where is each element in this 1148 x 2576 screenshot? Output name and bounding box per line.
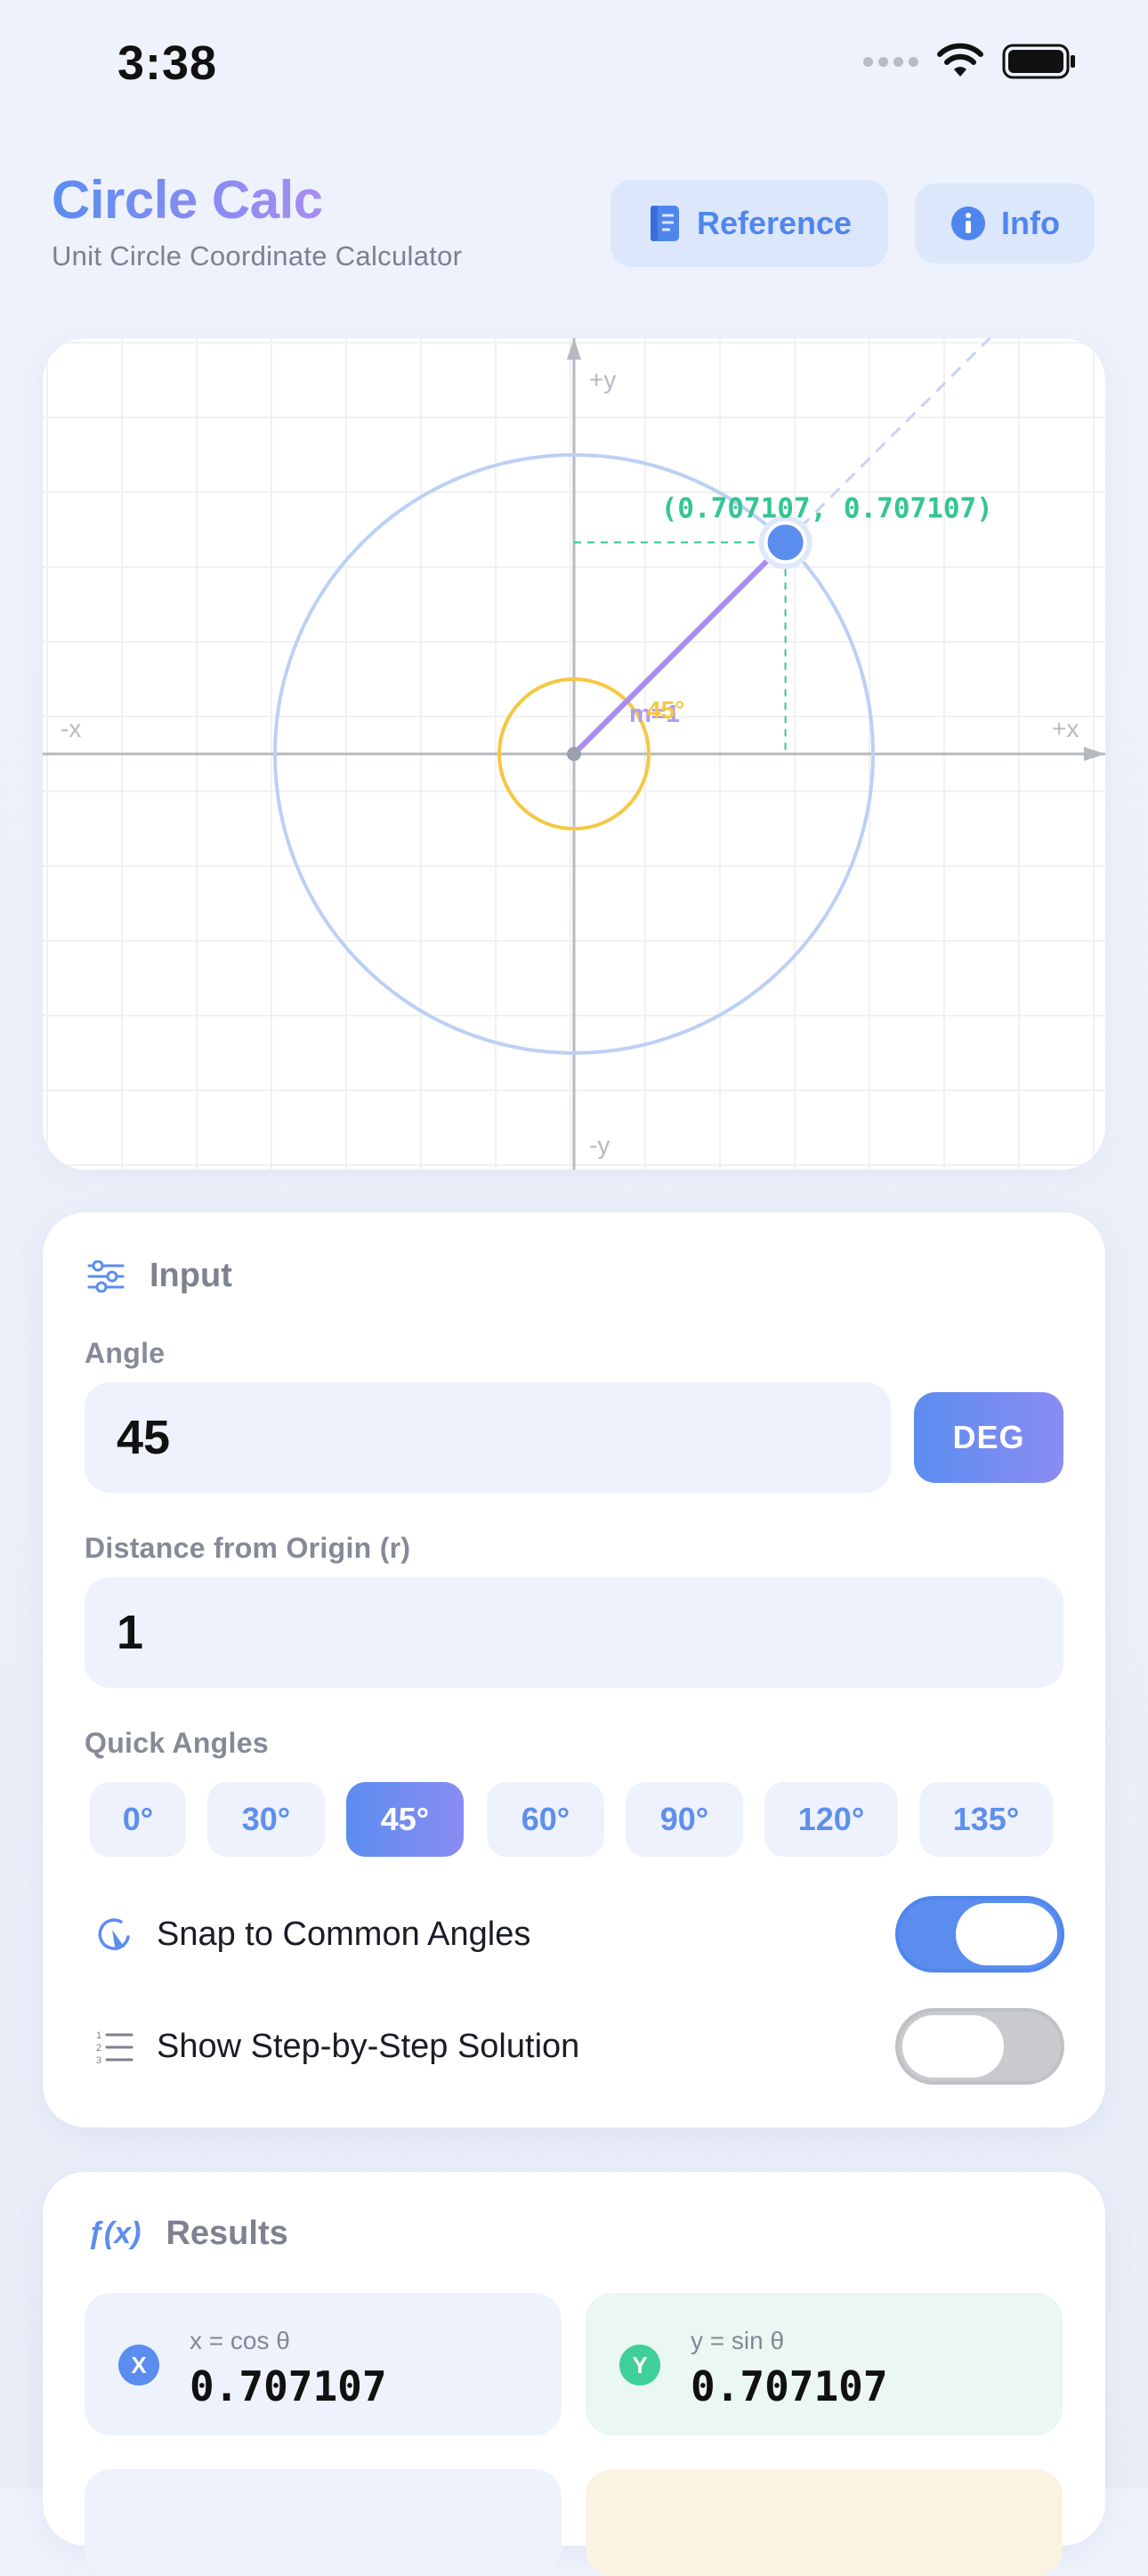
x-result-value: 0.707107 bbox=[190, 2362, 387, 2410]
status-bar: 3:38 bbox=[0, 0, 1148, 134]
quick-angle-chip[interactable]: 135° bbox=[919, 1782, 1053, 1857]
steps-toggle[interactable] bbox=[895, 2008, 1064, 2085]
toggle-knob bbox=[956, 1903, 1057, 1965]
quick-angle-chip[interactable]: 30° bbox=[207, 1782, 325, 1857]
unit-circle-graph[interactable]: +y -y -x +x m=1 45° (0.707107, 0.707107) bbox=[43, 338, 1105, 1170]
app-subtitle: Unit Circle Coordinate Calculator bbox=[52, 240, 463, 271]
quick-angle-chip[interactable]: 0° bbox=[90, 1782, 186, 1857]
svg-text:2: 2 bbox=[96, 2043, 101, 2054]
results-card: ƒ(x) Results X x = cos θ 0.707107 Y y = … bbox=[43, 2172, 1105, 2576]
origin-dot bbox=[567, 747, 581, 761]
snap-cursor-icon bbox=[98, 1918, 130, 1951]
snap-label: Snap to Common Angles bbox=[157, 1915, 531, 1953]
angle-label: Angle bbox=[85, 1337, 166, 1369]
quick-angle-chip[interactable]: 120° bbox=[764, 1782, 898, 1857]
x-badge: X bbox=[118, 2345, 159, 2386]
info-label: Info bbox=[1001, 205, 1060, 241]
axis-label-neg-x: -x bbox=[61, 715, 81, 742]
app-header: Circle Calc Unit Circle Coordinate Calcu… bbox=[52, 169, 1096, 285]
quick-angle-chip[interactable]: 90° bbox=[626, 1782, 743, 1857]
book-icon bbox=[650, 206, 679, 241]
sliders-icon bbox=[87, 1260, 125, 1292]
axis-label-neg-y: -y bbox=[589, 1131, 610, 1159]
snap-toggle[interactable] bbox=[895, 1896, 1064, 1973]
app-title: Circle Calc bbox=[52, 170, 323, 230]
distance-label: Distance from Origin (r) bbox=[85, 1532, 411, 1564]
y-result-tile[interactable]: Y y = sin θ 0.707107 bbox=[586, 2293, 1063, 2435]
point-handle[interactable] bbox=[764, 521, 807, 564]
steps-label: Show Step-by-Step Solution bbox=[157, 2027, 580, 2065]
y-axis-arrow bbox=[567, 338, 581, 360]
reference-button[interactable]: Reference bbox=[610, 180, 888, 267]
unit-circle-canvas[interactable]: +y -y -x +x m=1 45° (0.707107, 0.707107) bbox=[43, 338, 1105, 1170]
input-card: Input Angle 45 DEG Distance from Origin … bbox=[43, 1212, 1105, 2127]
wifi-icon bbox=[937, 43, 983, 77]
info-button[interactable]: Info bbox=[915, 183, 1095, 263]
result-tile-partial[interactable] bbox=[85, 2469, 562, 2576]
function-icon: ƒ(x) bbox=[87, 2216, 141, 2250]
status-icons bbox=[863, 43, 1077, 80]
angle-input[interactable]: 45 bbox=[85, 1382, 891, 1493]
axis-label-pos-y: +y bbox=[589, 366, 616, 393]
results-header: ƒ(x) Results bbox=[87, 2215, 288, 2253]
angle-label: 45° bbox=[647, 696, 684, 724]
numbered-list-icon: 1 2 3 bbox=[96, 2030, 133, 2065]
x-result-tile[interactable]: X x = cos θ 0.707107 bbox=[85, 2293, 562, 2435]
battery-icon bbox=[1002, 44, 1075, 79]
y-result-value: 0.707107 bbox=[691, 2362, 888, 2410]
x-result-label: x = cos θ bbox=[190, 2327, 290, 2354]
info-icon bbox=[951, 207, 985, 240]
results-title: Results bbox=[166, 2215, 288, 2252]
unit-toggle-button[interactable]: DEG bbox=[914, 1392, 1063, 1483]
reference-label: Reference bbox=[696, 205, 853, 241]
input-title: Input bbox=[150, 1257, 232, 1294]
toggle-knob bbox=[902, 2015, 1004, 2078]
y-result-label: y = sin θ bbox=[691, 2327, 785, 2354]
quick-angles-row: 0° 30° 45° 60° 90° 120° 135° bbox=[90, 1782, 1069, 1857]
distance-input[interactable]: 1 bbox=[85, 1577, 1063, 1688]
cellular-signal-icon bbox=[863, 56, 918, 67]
svg-text:3: 3 bbox=[96, 2055, 101, 2065]
result-tile-partial[interactable] bbox=[586, 2469, 1063, 2576]
svg-text:1: 1 bbox=[96, 2030, 101, 2041]
axis-label-pos-x: +x bbox=[1052, 715, 1079, 742]
status-time: 3:38 bbox=[117, 36, 218, 90]
y-badge: Y bbox=[619, 2345, 660, 2386]
quick-angle-chip[interactable]: 45° bbox=[346, 1782, 464, 1857]
snap-setting-row[interactable]: Snap to Common Angles bbox=[94, 1896, 1064, 1973]
point-coordinates-label: (0.707107, 0.707107) bbox=[661, 492, 993, 524]
steps-setting-row[interactable]: 1 2 3 Show Step-by-Step Solution bbox=[94, 2008, 1064, 2085]
quick-angle-chip[interactable]: 60° bbox=[487, 1782, 604, 1857]
quick-angles-label: Quick Angles bbox=[85, 1727, 269, 1759]
input-header: Input bbox=[87, 1257, 232, 1295]
